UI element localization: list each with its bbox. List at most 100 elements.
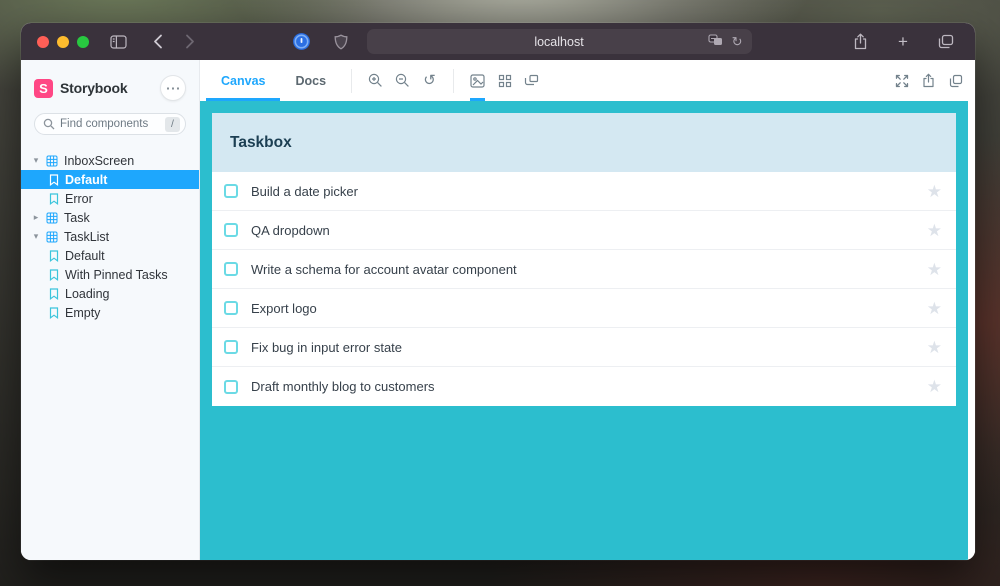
task-checkbox[interactable]: [224, 380, 238, 394]
minimize-window-button[interactable]: [57, 36, 69, 48]
sidebar-item-label: InboxScreen: [64, 154, 134, 168]
story-tree: ▾ InboxScreen Default: [21, 151, 199, 322]
new-tab-icon[interactable]: +: [890, 29, 916, 55]
storybook-logo-icon: S: [34, 79, 53, 98]
task-checkbox[interactable]: [224, 301, 238, 315]
sidebar-menu-button[interactable]: ⋯: [160, 75, 186, 101]
task-checkbox[interactable]: [224, 340, 238, 354]
chevron-right-icon[interactable]: ▸: [32, 212, 40, 223]
ellipsis-icon: ⋯: [166, 81, 181, 96]
zoom-window-button[interactable]: [77, 36, 89, 48]
titlebar-center: localhost ↻: [203, 29, 837, 55]
reload-icon[interactable]: ↻: [732, 34, 743, 50]
bookmark-icon: [49, 269, 59, 281]
sidebar-item-tasklist-default[interactable]: Default: [21, 246, 199, 265]
taskbox-header: Taskbox: [212, 113, 956, 172]
task-title: QA dropdown: [251, 223, 927, 238]
task-checkbox[interactable]: [224, 184, 238, 198]
search-input[interactable]: [35, 118, 185, 130]
bookmark-icon: [49, 288, 59, 300]
task-checkbox[interactable]: [224, 223, 238, 237]
sidebar-item-task[interactable]: ▸ Task: [21, 208, 199, 227]
safari-titlebar: localhost ↻: [21, 23, 975, 60]
grid-icon[interactable]: [491, 60, 518, 101]
search-icon: [43, 118, 55, 130]
component-icon: [46, 155, 58, 167]
fullscreen-icon[interactable]: [888, 60, 915, 101]
zoom-reset-icon[interactable]: ↺: [416, 60, 443, 101]
search-row: /: [21, 102, 199, 139]
privacy-shield-icon[interactable]: [328, 29, 354, 55]
sidebar-item-inboxscreen-error[interactable]: Error: [21, 189, 199, 208]
search-shortcut-badge: /: [165, 117, 180, 132]
sidebar-item-label: Loading: [65, 287, 110, 301]
task-title: Export logo: [251, 301, 927, 316]
close-window-button[interactable]: [37, 36, 49, 48]
zoom-out-icon[interactable]: [389, 60, 416, 101]
task-row: Fix bug in input error state ★: [212, 328, 956, 367]
storybook-sidebar: S Storybook ⋯ /: [21, 60, 200, 560]
forward-icon[interactable]: [177, 29, 203, 55]
bookmark-icon: [49, 193, 59, 205]
tab-canvas[interactable]: Canvas: [206, 60, 280, 101]
titlebar-right: +: [847, 29, 959, 55]
tab-docs[interactable]: Docs: [280, 60, 341, 101]
sidebar-item-label: Default: [65, 249, 105, 263]
pin-star-icon[interactable]: ★: [927, 222, 942, 239]
address-bar-icons: ↻: [708, 34, 743, 50]
pin-star-icon[interactable]: ★: [927, 339, 942, 356]
component-icon: [46, 231, 58, 243]
pin-star-icon[interactable]: ★: [927, 378, 942, 395]
tab-label: Canvas: [221, 74, 265, 88]
task-row: Export logo ★: [212, 289, 956, 328]
pin-star-icon[interactable]: ★: [927, 261, 942, 278]
component-icon: [46, 212, 58, 224]
page-title: Taskbox: [230, 134, 292, 152]
task-row: Draft monthly blog to customers ★: [212, 367, 956, 406]
sidebar-item-with-pinned-tasks[interactable]: With Pinned Tasks: [21, 265, 199, 284]
brand-row: S Storybook ⋯: [21, 74, 199, 102]
outline-icon[interactable]: [518, 60, 545, 101]
task-list: Build a date picker ★ QA dropdown ★ Writ…: [212, 172, 956, 406]
share-preview-icon[interactable]: [915, 60, 942, 101]
pin-star-icon[interactable]: ★: [927, 300, 942, 317]
pin-star-icon[interactable]: ★: [927, 183, 942, 200]
chevron-down-icon[interactable]: ▾: [32, 231, 40, 242]
backgrounds-icon[interactable]: [464, 60, 491, 101]
tab-label: Docs: [295, 74, 326, 88]
back-icon[interactable]: [145, 29, 171, 55]
canvas-pane: Canvas Docs: [200, 60, 975, 560]
preview-area: Taskbox Build a date picker ★ QA dropdow…: [200, 101, 975, 560]
translate-icon[interactable]: [708, 34, 723, 49]
bookmark-icon: [49, 307, 59, 319]
address-bar[interactable]: localhost ↻: [367, 29, 752, 54]
task-title: Write a schema for account avatar compon…: [251, 262, 927, 277]
address-bar-url: localhost: [534, 35, 583, 49]
canvas-toolbar: Canvas Docs: [200, 60, 975, 101]
zoom-in-icon[interactable]: [362, 60, 389, 101]
search-box[interactable]: /: [34, 113, 186, 135]
onepassword-icon[interactable]: [289, 29, 315, 55]
sidebar-toggle-icon[interactable]: [105, 29, 131, 55]
taskbox-page: Taskbox Build a date picker ★ QA dropdow…: [200, 101, 968, 560]
sidebar-item-label: With Pinned Tasks: [65, 268, 168, 282]
sidebar-item-inboxscreen[interactable]: ▾ InboxScreen: [21, 151, 199, 170]
sidebar-item-empty[interactable]: Empty: [21, 303, 199, 322]
sidebar-item-label: Default: [65, 173, 107, 187]
sidebar-item-loading[interactable]: Loading: [21, 284, 199, 303]
sidebar-item-tasklist[interactable]: ▾ TaskList: [21, 227, 199, 246]
sidebar-item-label: Empty: [65, 306, 100, 320]
share-icon[interactable]: [847, 29, 873, 55]
task-checkbox[interactable]: [224, 262, 238, 276]
task-title: Fix bug in input error state: [251, 340, 927, 355]
bookmark-icon: [49, 174, 59, 186]
toolbar-divider: [453, 69, 454, 93]
open-external-icon[interactable]: [942, 60, 969, 101]
task-title: Build a date picker: [251, 184, 927, 199]
desktop-wallpaper: localhost ↻: [0, 0, 1000, 586]
sidebar-item-inboxscreen-default[interactable]: Default: [21, 170, 199, 189]
task-row: Write a schema for account avatar compon…: [212, 250, 956, 289]
chevron-down-icon[interactable]: ▾: [32, 155, 40, 166]
sidebar-item-label: Task: [64, 211, 90, 225]
tabs-overview-icon[interactable]: [933, 29, 959, 55]
